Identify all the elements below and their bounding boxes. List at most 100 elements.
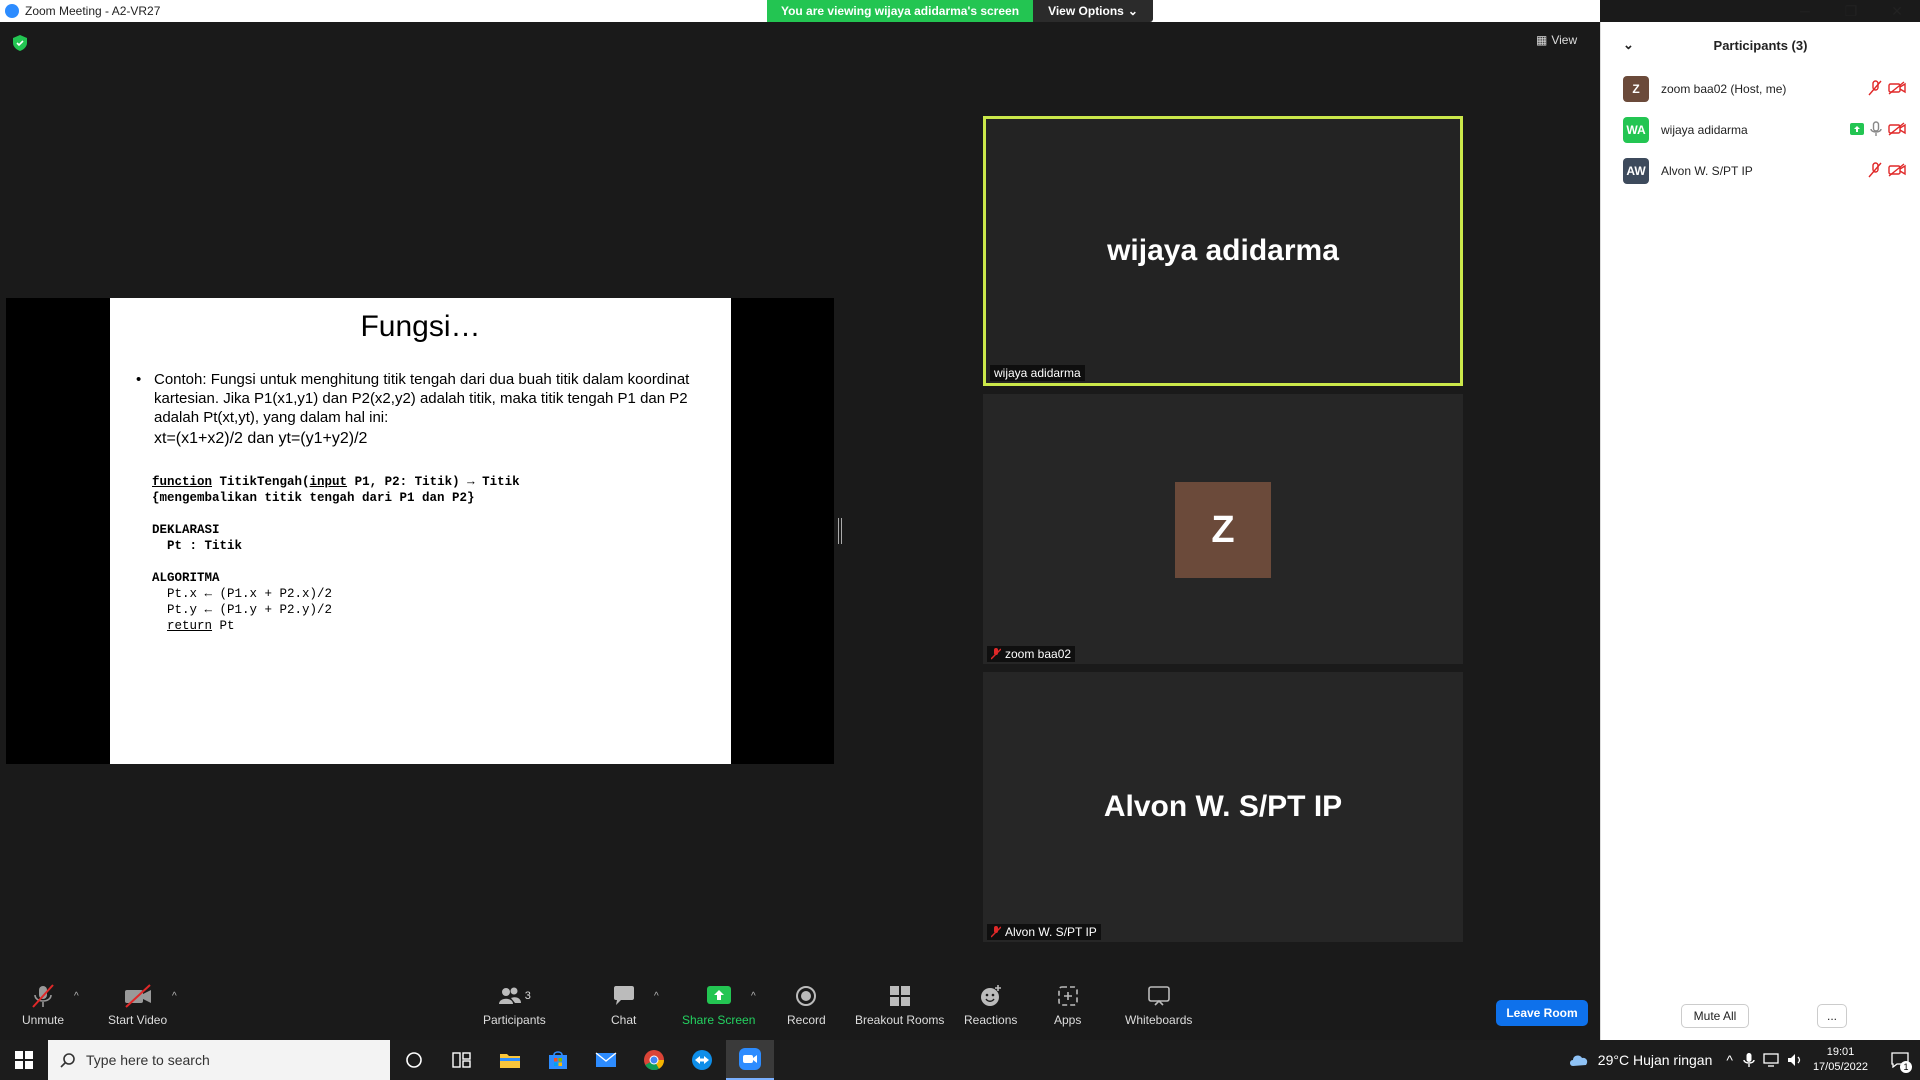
participants-count: 3	[524, 990, 531, 1002]
mic-muted-icon	[991, 648, 1001, 660]
teamviewer-icon	[692, 1050, 712, 1070]
task-view-button[interactable]	[438, 1040, 486, 1080]
weather-text[interactable]: 29°C Hujan ringan	[1598, 1052, 1713, 1068]
share-screen-button[interactable]: Share Screen	[682, 983, 755, 1027]
taskbar-search[interactable]: Type here to search	[48, 1040, 390, 1080]
more-options-button[interactable]: ...	[1817, 1004, 1847, 1028]
zoom-app-icon	[5, 4, 19, 18]
mail-icon	[595, 1052, 617, 1067]
video-tile[interactable]: Alvon W. S/PT IP Alvon W. S/PT IP	[983, 672, 1463, 942]
minimize-icon[interactable]: ─	[1782, 0, 1828, 22]
search-placeholder: Type here to search	[86, 1052, 210, 1068]
notification-count: 1	[1900, 1061, 1912, 1073]
slide-title: Fungsi…	[360, 310, 481, 343]
start-video-button[interactable]: Start Video	[108, 983, 167, 1027]
windows-start-button[interactable]	[0, 1040, 48, 1080]
participant-name-display: Alvon W. S/PT IP	[1103, 790, 1343, 823]
view-options-button[interactable]: View Options ⌄	[1033, 0, 1153, 22]
mute-all-button[interactable]: Mute All	[1681, 1004, 1749, 1028]
unmute-button[interactable]: Unmute	[22, 983, 64, 1027]
shield-icon[interactable]	[13, 35, 27, 51]
participant-status-icons	[1868, 162, 1906, 178]
zoom-taskbar-button[interactable]	[726, 1040, 774, 1080]
chevron-up-icon[interactable]: ^	[1726, 1052, 1733, 1068]
participants-panel-title: Participants (3)	[1713, 37, 1808, 53]
video-options-caret[interactable]: ^	[172, 991, 177, 1002]
apps-label: Apps	[1054, 1013, 1082, 1027]
participants-button[interactable]: 3 Participants	[483, 983, 546, 1027]
share-screen-label: Share Screen	[682, 1013, 756, 1027]
avatar: Z	[1623, 75, 1649, 102]
participant-row[interactable]: Z zoom baa02 (Host, me)	[1601, 68, 1920, 109]
reactions-label: Reactions	[964, 1013, 1018, 1027]
tile-name-text: zoom baa02	[1005, 647, 1072, 661]
meeting-area: ▦ View Fungsi… • Contoh: Fungsi untuk me…	[0, 22, 1600, 973]
record-icon	[796, 986, 817, 1006]
video-off-icon	[1888, 122, 1906, 136]
weather-cloud-icon	[1569, 1055, 1588, 1066]
unmute-label: Unmute	[22, 1013, 65, 1027]
chevron-down-icon[interactable]: ⌄	[1623, 37, 1634, 53]
file-explorer-button[interactable]	[486, 1040, 534, 1080]
restore-icon[interactable]: ❐	[1828, 0, 1874, 22]
video-tile[interactable]: Z zoom baa02	[983, 394, 1463, 664]
cortana-button[interactable]	[390, 1040, 438, 1080]
share-options-caret[interactable]: ^	[751, 991, 756, 1002]
mic-muted-icon	[32, 984, 54, 1008]
tile-name-text: wijaya adidarma	[994, 366, 1081, 380]
whiteboards-button[interactable]: Whiteboards	[1125, 983, 1192, 1027]
reactions-icon	[980, 985, 1001, 1006]
whiteboard-icon	[1147, 986, 1170, 1006]
close-icon[interactable]: ✕	[1874, 0, 1920, 22]
teamviewer-button[interactable]	[678, 1040, 726, 1080]
store-button[interactable]	[534, 1040, 582, 1080]
breakout-rooms-button[interactable]: Breakout Rooms	[855, 983, 944, 1027]
chrome-button[interactable]	[630, 1040, 678, 1080]
code-return-value: Pt	[212, 619, 235, 633]
resize-splitter[interactable]	[838, 518, 842, 544]
participant-row[interactable]: AW Alvon W. S/PT IP	[1601, 150, 1920, 191]
leave-room-button[interactable]: Leave Room	[1496, 1000, 1588, 1026]
video-off-icon	[124, 984, 151, 1008]
code-keyword-input: input	[309, 475, 348, 489]
volume-icon[interactable]	[1787, 1053, 1803, 1067]
participant-row[interactable]: WA wijaya adidarma	[1601, 109, 1920, 150]
participants-panel-header: ⌄ Participants (3)	[1601, 22, 1920, 68]
mic-muted-icon	[991, 926, 1001, 938]
participants-label: Participants	[483, 1013, 546, 1027]
clock-date: 17/05/2022	[1812, 1061, 1868, 1073]
mic-icon	[1870, 121, 1882, 136]
taskbar-clock[interactable]: 19:01 17/05/2022	[1813, 1045, 1868, 1075]
chat-options-caret[interactable]: ^	[654, 991, 659, 1002]
mail-button[interactable]	[582, 1040, 630, 1080]
folder-icon	[500, 1054, 520, 1068]
notification-center-button[interactable]: 1	[1880, 1040, 1920, 1080]
network-icon[interactable]	[1763, 1053, 1779, 1067]
view-button[interactable]: ▦ View	[1536, 33, 1577, 47]
slide-bullet: • Contoh: Fungsi untuk menghitung titik …	[136, 370, 706, 427]
video-tile-active-speaker[interactable]: wijaya adidarma wijaya adidarma	[983, 116, 1463, 386]
view-options-label: View Options	[1048, 4, 1124, 18]
avatar: WA	[1623, 116, 1649, 143]
mic-icon[interactable]	[1743, 1052, 1755, 1068]
system-tray: 29°C Hujan ringan ^ 19:01 17/05/2022 1	[1568, 1040, 1920, 1080]
record-button[interactable]: Record	[787, 983, 826, 1027]
grid-icon: ▦	[1536, 33, 1548, 47]
code-algoritma: ALGORITMA	[152, 571, 220, 585]
chat-label: Chat	[611, 1013, 637, 1027]
reactions-button[interactable]: Reactions	[964, 983, 1017, 1027]
viewing-screen-banner: You are viewing wijaya adidarma's screen	[767, 0, 1033, 22]
code-keyword-return: return	[167, 619, 213, 633]
share-screen-icon	[706, 986, 731, 1004]
share-screen-icon	[1850, 123, 1864, 135]
window-title: Zoom Meeting - A2-VR27	[25, 4, 161, 18]
apps-icon	[1057, 986, 1078, 1006]
chat-button[interactable]: Chat	[611, 983, 636, 1027]
chevron-down-icon: ⌄	[1127, 4, 1138, 18]
slide-bullet-text: Contoh: Fungsi untuk menghitung titik te…	[154, 371, 690, 426]
participants-panel: ⌄ Participants (3) Z zoom baa02 (Host, m…	[1600, 22, 1920, 1040]
bullet-dot: •	[136, 371, 142, 388]
apps-button[interactable]: Apps	[1054, 983, 1081, 1027]
avatar: Z	[1175, 482, 1271, 578]
audio-options-caret[interactable]: ^	[74, 991, 79, 1002]
